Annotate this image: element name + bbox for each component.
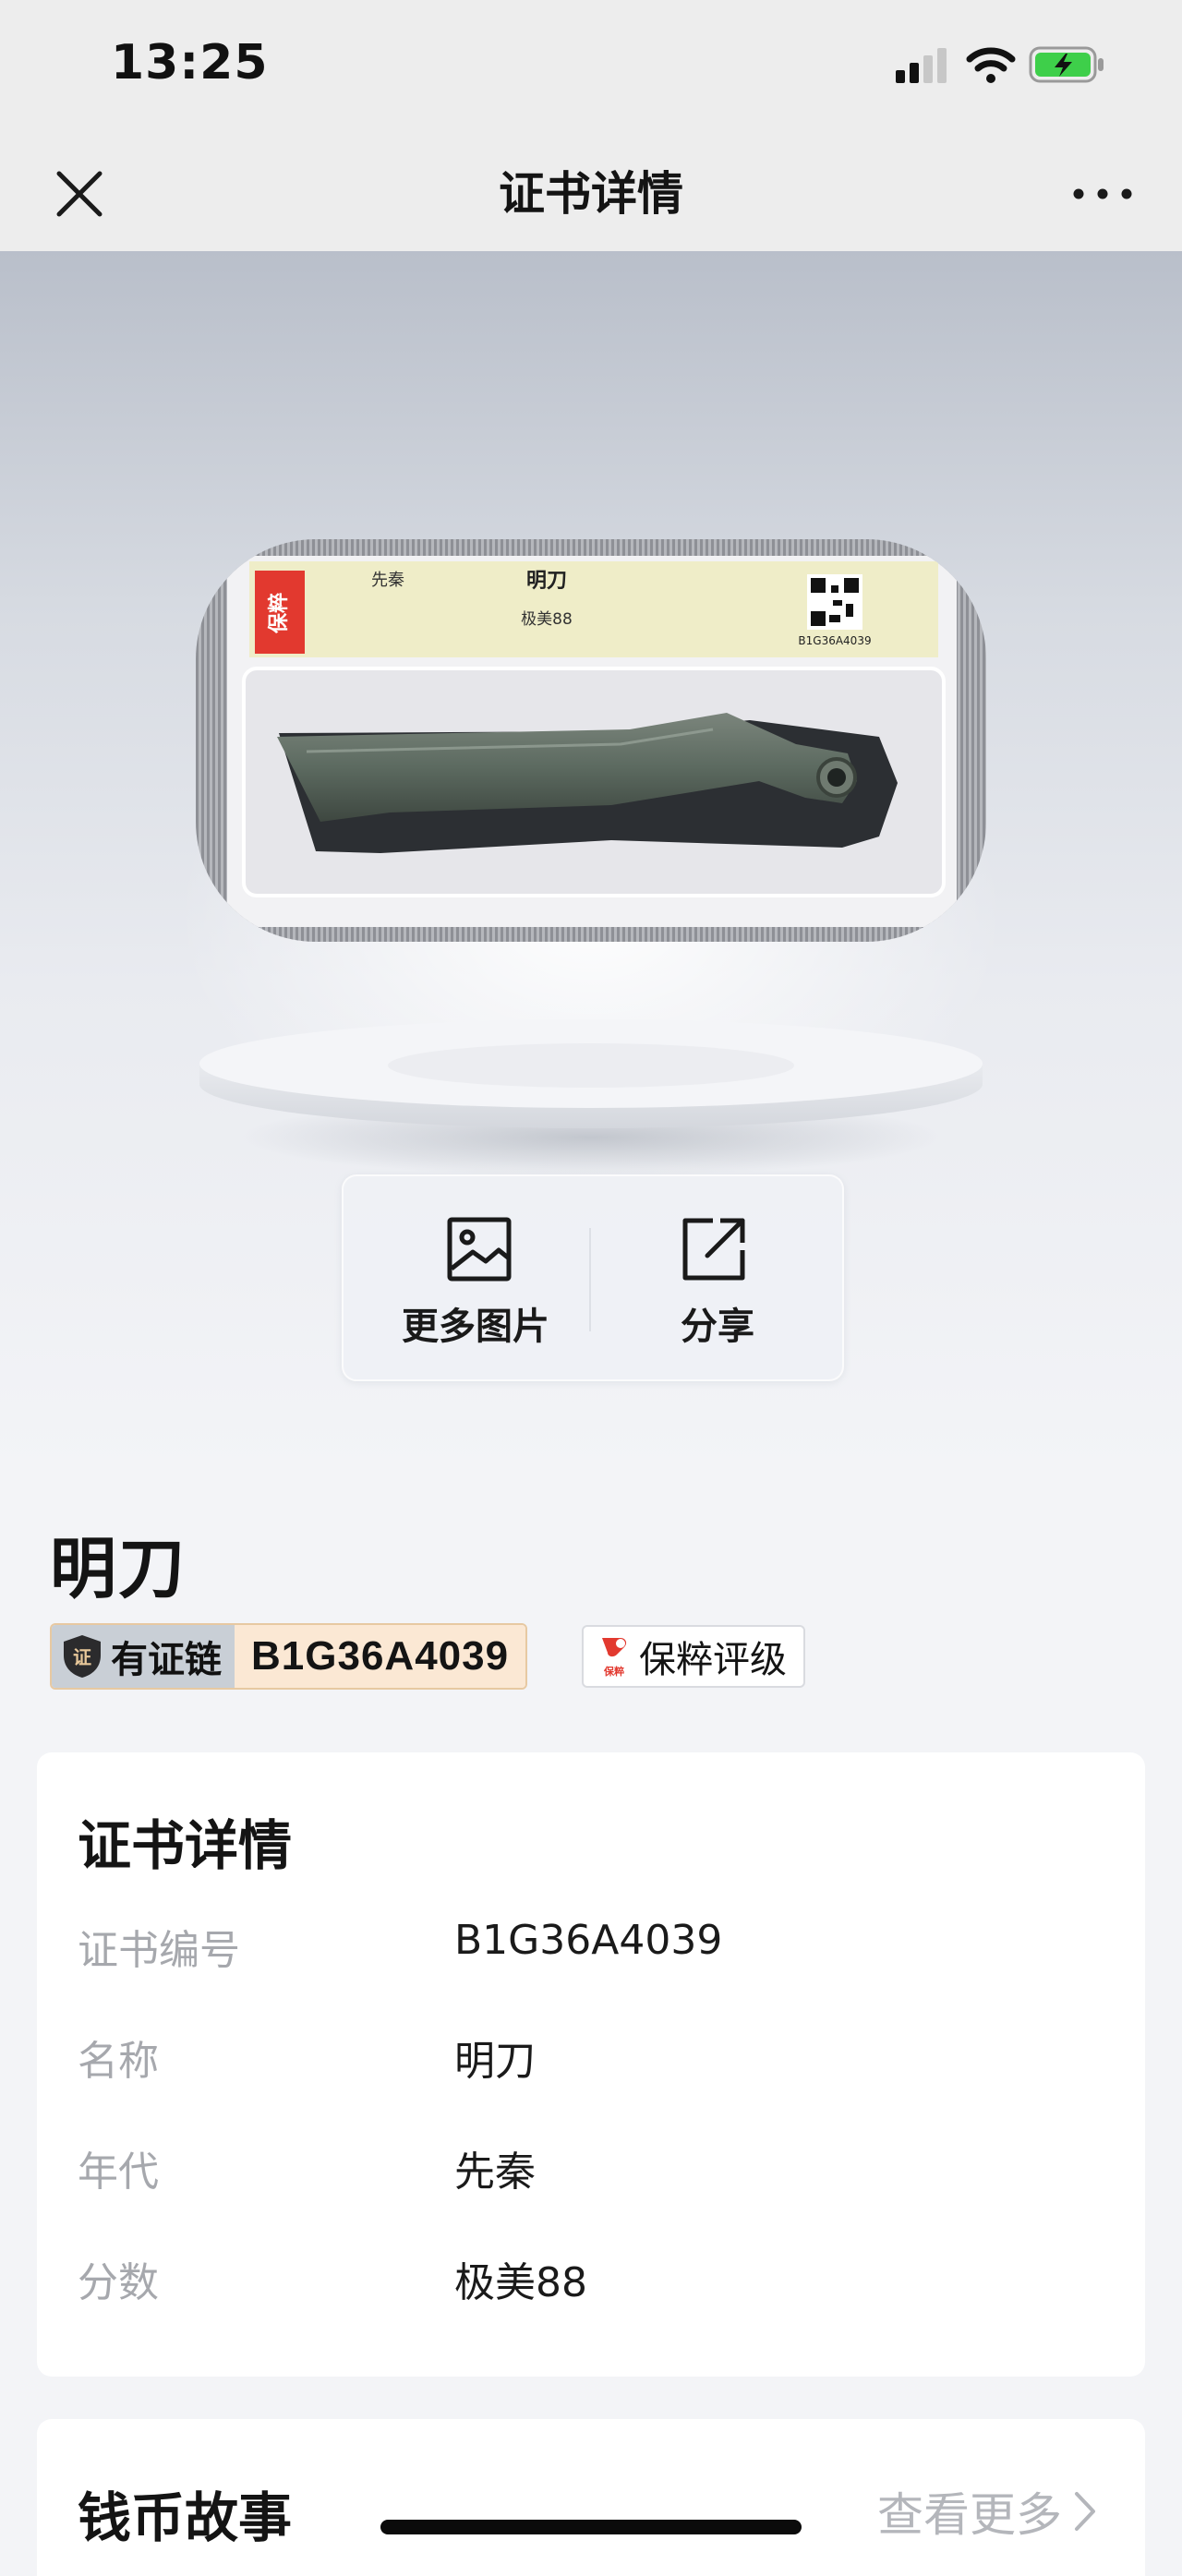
cert-label: 名称: [78, 2038, 159, 2085]
svg-text:保粹: 保粹: [603, 1665, 624, 1678]
certificate-shield-icon: 证: [64, 1635, 101, 1678]
battery-charging-icon: [1029, 46, 1104, 83]
action-panel: 更多图片 分享: [342, 1174, 844, 1381]
grader-badge[interactable]: 保粹 保粹评级: [582, 1625, 805, 1688]
certificate-details-card: 证书详情 证书编号 B1G36A4039 名称 明刀 年代 先秦 分数 极美88: [37, 1752, 1145, 2377]
cert-value: 明刀: [454, 2038, 536, 2085]
cert-row-number: 证书编号 B1G36A4039: [78, 1917, 1093, 1991]
chain-badge-label: 有证链: [111, 1639, 222, 1681]
cert-heading: 证书详情: [78, 1814, 293, 1877]
home-indicator[interactable]: [380, 2520, 802, 2534]
slab-label-name: 明刀: [526, 570, 567, 593]
chain-code: B1G36A4039: [251, 1633, 510, 1679]
slab-label-code: B1G36A4039: [798, 634, 871, 647]
item-title: 明刀: [50, 1530, 187, 1607]
chevron-right-icon: [1075, 2492, 1095, 2531]
image-icon: [447, 1217, 512, 1282]
svg-text:保粹: 保粹: [267, 593, 291, 634]
svg-text:证: 证: [73, 1646, 91, 1668]
cert-value: B1G36A4039: [454, 1917, 723, 1964]
cert-row-grade: 分数 极美88: [78, 2249, 1093, 2323]
chain-badge-label-area: 证 有证链: [52, 1625, 235, 1688]
story-heading: 钱币故事: [78, 2486, 293, 2549]
coin-slab-image[interactable]: 保粹 先秦 明刀 极美88 B1G36A4039: [196, 539, 986, 942]
view-more-link[interactable]: 查看更多: [877, 2478, 1099, 2545]
cert-label: 分数: [78, 2259, 159, 2306]
action-divider: [589, 1228, 591, 1331]
grader-logo-icon: 保粹: [602, 1638, 627, 1678]
cert-row-name: 名称 明刀: [78, 2028, 1093, 2101]
cellular-signal-icon: [896, 48, 947, 83]
more-images-button[interactable]: 更多图片: [344, 1176, 608, 1379]
share-label: 分享: [681, 1306, 754, 1348]
more-images-label: 更多图片: [402, 1306, 549, 1348]
share-icon: [682, 1218, 745, 1281]
page-title: 证书详情: [499, 167, 683, 221]
chain-badge[interactable]: 证 有证链 B1G36A4039: [50, 1623, 528, 1690]
slab-label-grade: 极美88: [521, 610, 573, 629]
more-dots-icon[interactable]: [1069, 175, 1136, 212]
view-more-label: 查看更多: [877, 2488, 1062, 2542]
cert-value: 极美88: [454, 2259, 587, 2306]
status-time: 13:25: [111, 35, 269, 90]
cert-label: 年代: [78, 2149, 159, 2196]
coin-story-card: 钱币故事 查看更多: [37, 2419, 1145, 2576]
cert-value: 先秦: [454, 2149, 536, 2196]
chain-code-area: B1G36A4039: [235, 1625, 526, 1688]
share-button[interactable]: 分享: [593, 1176, 842, 1379]
display-pedestal: [199, 1019, 983, 1176]
cert-row-era: 年代 先秦: [78, 2138, 1093, 2212]
status-bar: 13:25: [0, 0, 1182, 138]
wifi-icon: [966, 47, 1016, 83]
hero-section: 保粹 先秦 明刀 极美88 B1G36A4039 更多图片 分享: [0, 251, 1182, 1470]
nav-bar: 证书详情: [0, 138, 1182, 251]
close-icon[interactable]: [52, 166, 107, 222]
cert-label: 证书编号: [78, 1927, 240, 1974]
slab-label-era: 先秦: [371, 571, 404, 590]
grader-label: 保粹评级: [639, 1639, 787, 1681]
